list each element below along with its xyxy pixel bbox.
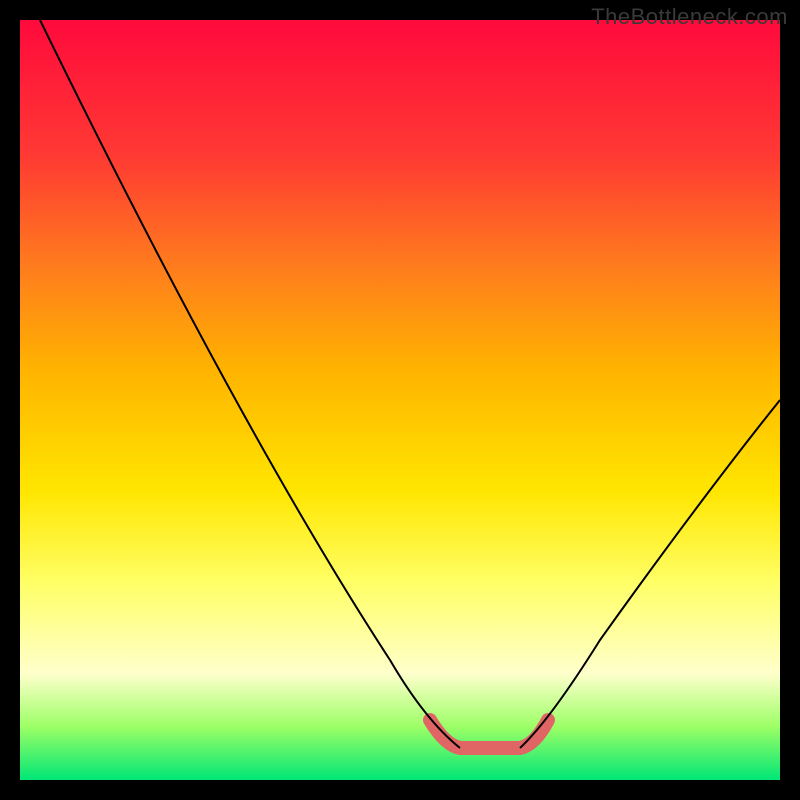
chart-plot-area	[20, 20, 780, 780]
optimal-range-highlight	[430, 720, 548, 748]
attribution-text: TheBottleneck.com	[591, 4, 788, 30]
curve-left-branch	[40, 20, 460, 748]
curve-right-branch	[520, 400, 780, 748]
curve-layer	[20, 20, 780, 780]
